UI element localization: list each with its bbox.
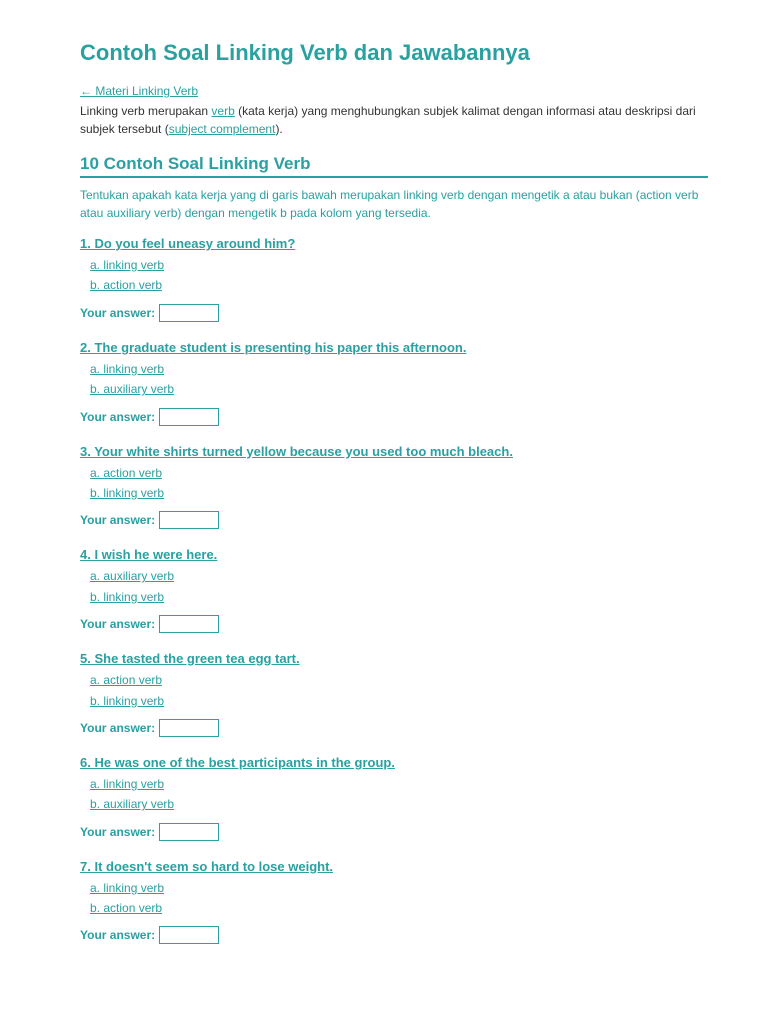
question-title-1: 1. Do you feel uneasy around him? <box>80 236 708 251</box>
subject-complement-link[interactable]: subject complement <box>169 122 276 136</box>
answer-label-2: Your answer: <box>80 410 155 424</box>
option-5-b: b. linking verb <box>90 691 708 711</box>
question-title-5: 5. She tasted the green tea egg tart. <box>80 651 708 666</box>
question-title-2: 2. The graduate student is presenting hi… <box>80 340 708 355</box>
intro-text: Linking verb merupakan verb (kata kerja)… <box>80 102 708 138</box>
answer-label-3: Your answer: <box>80 513 155 527</box>
answer-row-1: Your answer: <box>80 304 708 322</box>
answer-input-2[interactable] <box>159 408 219 426</box>
option-2-b: b. auxiliary verb <box>90 379 708 399</box>
answer-input-1[interactable] <box>159 304 219 322</box>
question-block-5: 5. She tasted the green tea egg tart. a. … <box>80 651 708 737</box>
option-7-a: a. linking verb <box>90 878 708 898</box>
answer-label-6: Your answer: <box>80 825 155 839</box>
answer-row-2: Your answer: <box>80 408 708 426</box>
answer-label-4: Your answer: <box>80 617 155 631</box>
option-1-a: a. linking verb <box>90 255 708 275</box>
option-4-a: a. auxiliary verb <box>90 566 708 586</box>
option-6-b: b. auxiliary verb <box>90 794 708 814</box>
answer-row-7: Your answer: <box>80 926 708 944</box>
answer-input-7[interactable] <box>159 926 219 944</box>
answer-label-7: Your answer: <box>80 928 155 942</box>
section-title: 10 Contoh Soal Linking Verb <box>80 154 708 178</box>
answer-row-3: Your answer: <box>80 511 708 529</box>
answer-input-4[interactable] <box>159 615 219 633</box>
question-block-2: 2. The graduate student is presenting hi… <box>80 340 708 426</box>
answer-row-6: Your answer: <box>80 823 708 841</box>
question-block-6: 6. He was one of the best participants i… <box>80 755 708 841</box>
answer-label-1: Your answer: <box>80 306 155 320</box>
question-title-7: 7. It doesn't seem so hard to lose weigh… <box>80 859 708 874</box>
answer-input-6[interactable] <box>159 823 219 841</box>
intro-after: ). <box>275 122 282 136</box>
option-3-b: b. linking verb <box>90 483 708 503</box>
question-block-4: 4. I wish he were here. a. auxiliary verb… <box>80 547 708 633</box>
instruction-text: Tentukan apakah kata kerja yang di garis… <box>80 188 698 220</box>
answer-input-5[interactable] <box>159 719 219 737</box>
answer-input-3[interactable] <box>159 511 219 529</box>
answer-row-5: Your answer: <box>80 719 708 737</box>
answer-label-5: Your answer: <box>80 721 155 735</box>
question-title-3: 3. Your white shirts turned yellow becau… <box>80 444 708 459</box>
intro-before: Linking verb merupakan <box>80 104 211 118</box>
option-7-b: b. action verb <box>90 898 708 918</box>
option-6-a: a. linking verb <box>90 774 708 794</box>
question-title-4: 4. I wish he were here. <box>80 547 708 562</box>
option-3-a: a. action verb <box>90 463 708 483</box>
option-1-b: b. action verb <box>90 275 708 295</box>
answer-row-4: Your answer: <box>80 615 708 633</box>
option-5-a: a. action verb <box>90 670 708 690</box>
question-block-1: 1. Do you feel uneasy around him? a. link… <box>80 236 708 322</box>
option-2-a: a. linking verb <box>90 359 708 379</box>
question-title-6: 6. He was one of the best participants i… <box>80 755 708 770</box>
option-4-b: b. linking verb <box>90 587 708 607</box>
instruction: Tentukan apakah kata kerja yang di garis… <box>80 186 708 222</box>
question-block-7: 7. It doesn't seem so hard to lose weigh… <box>80 859 708 945</box>
questions-container: 1. Do you feel uneasy around him? a. link… <box>80 236 708 944</box>
question-block-3: 3. Your white shirts turned yellow becau… <box>80 444 708 530</box>
page-title: Contoh Soal Linking Verb dan Jawabannya <box>80 40 708 66</box>
back-link[interactable]: ← Materi Linking Verb <box>80 84 708 98</box>
verb-link[interactable]: verb <box>211 104 234 118</box>
